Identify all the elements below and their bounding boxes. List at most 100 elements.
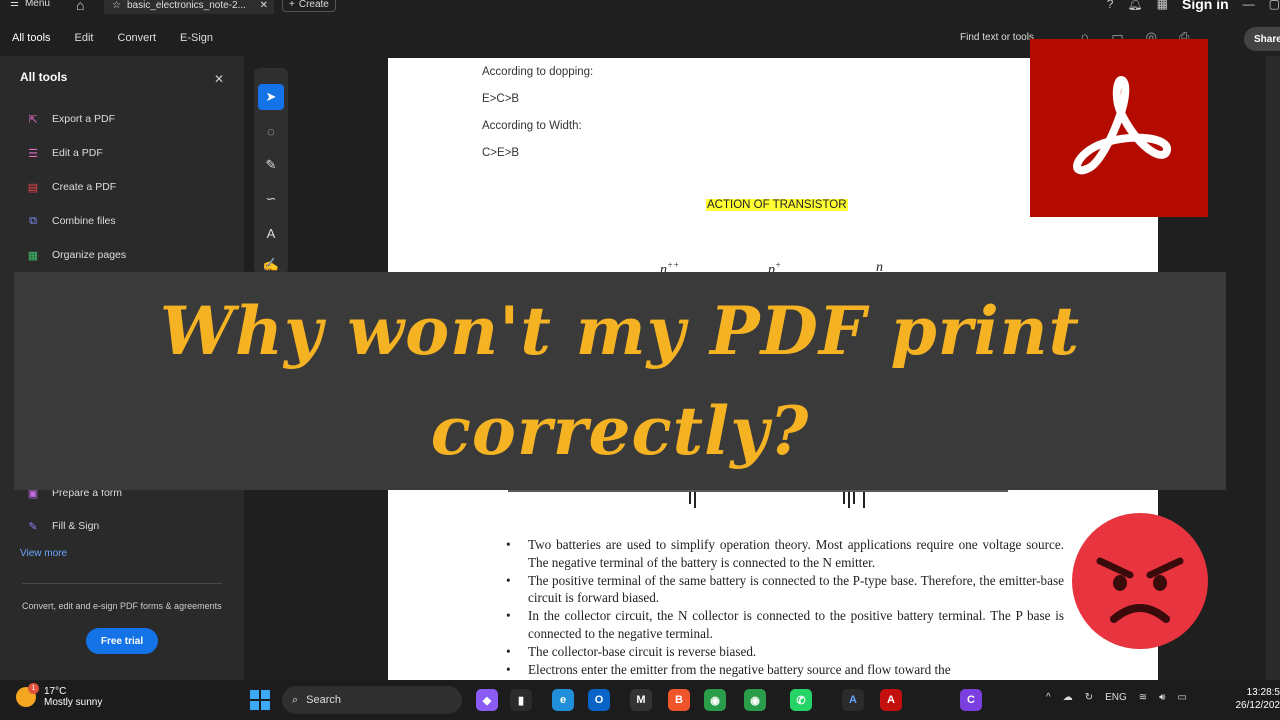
minimize-icon[interactable]: — [1243,0,1255,11]
list-item: Electrons enter the emitter from the neg… [506,661,1064,679]
title-bar: ☰ Menu ⌂ ☆ basic_electronics_note-2... ✕… [0,0,1280,14]
m365-icon[interactable]: M [630,689,652,711]
apps-grid-icon[interactable]: ▦ [1157,0,1168,11]
wifi-icon[interactable]: ≋ [1139,692,1147,703]
acrobat-logo [1030,39,1208,217]
draw-tool-icon[interactable]: ∽ [258,186,284,212]
weather-description: Mostly sunny [44,697,103,708]
bullet-list: Two batteries are used to simplify opera… [506,536,1064,679]
title-bar-right: ? 🔔︎ ▦ Sign in — ▢ [1107,0,1280,12]
tool-rail: ➤ ◌ ✎ ∽ A ✍ [254,68,288,274]
volume-icon[interactable]: 🔊︎ [1159,692,1165,703]
organize-pages-icon: ▦ [27,249,39,262]
sun-icon: 1 [16,683,39,707]
taskbar-search[interactable]: ⌕ Search [282,686,462,714]
star-icon[interactable]: ☆ [112,0,121,11]
comment-tool-icon[interactable]: ◌ [258,118,284,144]
time: 13:28:5 [1246,687,1280,698]
pdf-heading-highlighted: ACTION OF TRANSISTOR [706,199,848,211]
select-tool-icon[interactable]: ➤ [258,84,284,110]
banner-line-1: Why won't my PDF print [159,292,1081,370]
chrome-profile-icon[interactable]: ◉ [744,689,766,711]
edit-pdf-icon: ☰ [28,147,38,160]
tool-label: Fill & Sign [52,520,100,532]
right-side-scroll-strip[interactable] [1266,56,1280,680]
list-item: The positive terminal of the same batter… [506,572,1064,608]
outlook-icon[interactable]: O [588,689,610,711]
tool-create-pdf[interactable]: ▤ Create a PDF [26,180,116,194]
app-a-icon[interactable]: A [842,689,864,711]
tool-edit-pdf[interactable]: ☰ Edit a PDF [26,146,103,160]
clock[interactable]: 13:28:5 26/12/202 [1234,686,1280,712]
share-button[interactable]: Share [1244,27,1280,51]
search-icon: ⌕ [292,693,299,706]
angry-face-emoji [1072,513,1208,649]
free-trial-button[interactable]: Free trial [86,628,158,654]
tab-e-sign[interactable]: E-Sign [168,20,225,56]
combine-files-icon: ⧉ [29,214,37,227]
tool-fill-sign[interactable]: ✎ Fill & Sign [26,519,99,533]
tool-organize-pages[interactable]: ▦ Organize pages [26,248,126,262]
highlight-tool-icon[interactable]: ✎ [258,152,284,178]
tab-all-tools[interactable]: All tools [0,20,63,56]
chrome-icon[interactable]: ◉ [704,689,726,711]
angry-face-icon [1096,557,1184,623]
whatsapp-icon[interactable]: ✆ [790,689,812,711]
create-label: Create [298,0,329,10]
maximize-icon[interactable]: ▢ [1269,0,1280,11]
chevron-up-icon[interactable]: ^ [1046,692,1051,703]
system-tray: ^ ☁ ↻ ENG ≋ 🔊︎ ▭ [1046,692,1187,703]
list-item: Two batteries are used to simplify opera… [506,536,1064,572]
windows-start-icon[interactable] [250,690,270,710]
pdf-text-line: C>E>B [482,147,520,159]
tool-combine-files[interactable]: ⧉ Combine files [26,214,116,228]
cloud-tray-icon[interactable]: ☁ [1063,692,1073,703]
bell-icon[interactable]: 🔔︎ [1127,0,1142,11]
document-tab[interactable]: ☆ basic_electronics_note-2... ✕ [104,0,274,14]
battery-icon[interactable]: ▭ [1177,692,1186,703]
tab-convert[interactable]: Convert [106,20,169,56]
refresh-tray-icon[interactable]: ↻ [1085,692,1093,703]
export-pdf-icon: ⇱ [28,113,38,126]
create-button[interactable]: + Create [282,0,336,12]
close-panel-icon[interactable]: ✕ [214,72,224,86]
language-indicator[interactable]: ENG [1105,692,1127,703]
weather-badge: 1 [28,683,39,694]
help-icon[interactable]: ? [1107,0,1114,11]
tab-edit[interactable]: Edit [63,20,106,56]
panel-title: All tools [20,70,68,84]
tool-label: Combine files [52,215,116,227]
text-box-tool-icon[interactable]: A [258,220,284,246]
menu-button[interactable]: ☰ Menu [10,0,50,9]
banner-line-2: correctly? [430,392,810,470]
app-c-icon[interactable]: C [960,689,982,711]
tool-label: Export a PDF [52,113,116,125]
weather-widget[interactable]: 1 17°C Mostly sunny [16,683,103,708]
pdf-text-line: E>C>B [482,93,520,105]
sign-in-button[interactable]: Sign in [1182,0,1229,12]
list-item: In the collector circuit, the N collecto… [506,607,1064,643]
screen: ☰ Menu ⌂ ☆ basic_electronics_note-2... ✕… [0,0,1280,720]
pdf-text-line: According to Width: [482,120,582,132]
tool-export-pdf[interactable]: ⇱ Export a PDF [26,112,115,126]
list-item: The collector-base circuit is reverse bi… [506,643,1064,661]
acrobat-swirl-icon [1073,76,1171,175]
menu-label: Menu [24,0,50,9]
view-more-link[interactable]: View more [20,548,67,559]
copilot-icon[interactable]: ◆ [476,689,498,711]
widget-icon[interactable]: ▮ [510,689,532,711]
edge-icon[interactable]: e [552,689,574,711]
find-tools-search[interactable]: Find text or tools [960,32,1034,43]
create-pdf-icon: ▤ [27,181,39,194]
date: 26/12/202 [1235,700,1280,711]
search-label: Search [306,694,342,706]
promo-text: Convert, edit and e-sign PDF forms & agr… [22,601,222,611]
home-icon[interactable]: ⌂ [76,0,84,13]
hamburger-icon: ☰ [10,0,19,9]
tab-title: basic_electronics_note-2... [126,0,246,11]
acrobat-taskbar-icon[interactable]: A [880,689,902,711]
fill-sign-icon: ✎ [28,520,38,533]
temperature: 17°C [44,686,67,697]
brave-icon[interactable]: B [668,689,690,711]
close-tab-icon[interactable]: ✕ [260,0,268,11]
